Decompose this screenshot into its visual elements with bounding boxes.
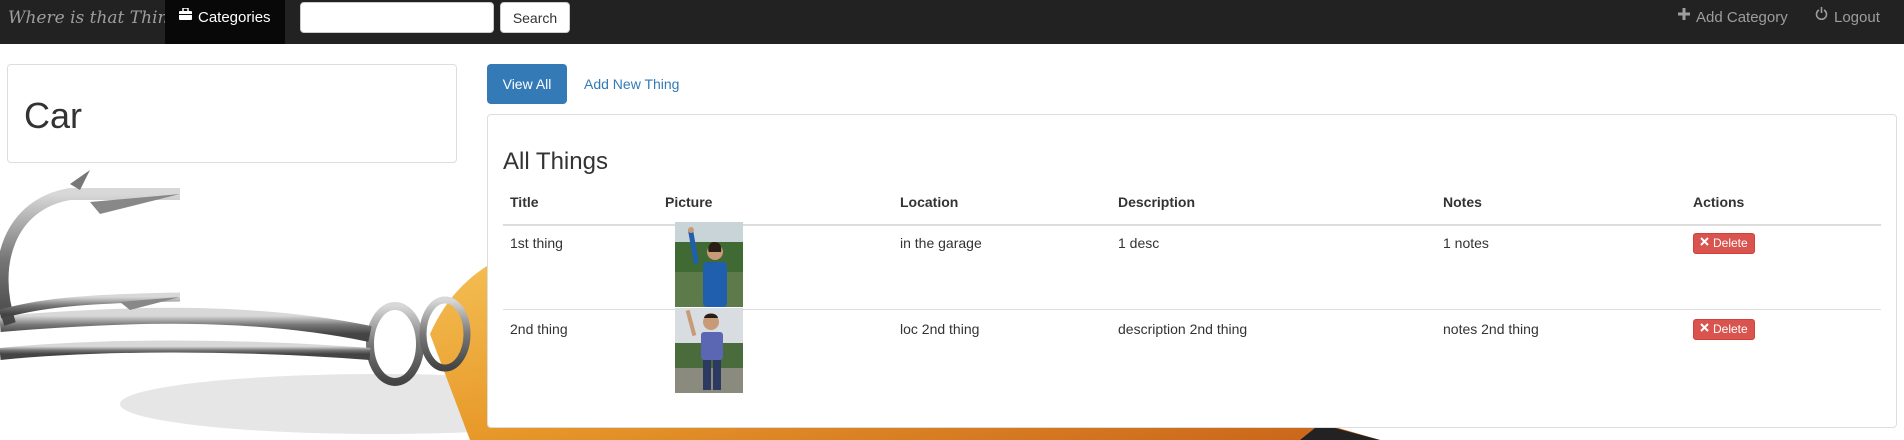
thing-description: description 2nd thing	[1118, 321, 1248, 337]
view-all-tab[interactable]: View All	[487, 64, 567, 104]
things-panel: All Things Title Picture Location Descri…	[487, 114, 1897, 428]
top-navbar: Where is that Thing? Categories Search A…	[0, 0, 1904, 44]
categories-nav-item[interactable]: Categories	[165, 0, 285, 44]
add-new-thing-tab[interactable]: Add New Thing	[584, 64, 679, 104]
table-row: 1st thing in the garage 1 desc 1 notes D…	[503, 222, 1881, 310]
things-title: All Things	[503, 148, 608, 175]
table-row: 2nd thing loc 2nd thing description 2nd …	[503, 308, 1881, 395]
thing-title: 1st thing	[510, 235, 563, 251]
categories-label: Categories	[198, 9, 271, 26]
logout-label: Logout	[1834, 9, 1880, 26]
column-header-notes: Notes	[1443, 194, 1482, 210]
column-header-picture: Picture	[665, 194, 713, 210]
logout-link[interactable]: Logout	[1815, 0, 1880, 44]
delete-label: Delete	[1713, 322, 1748, 336]
add-category-link[interactable]: Add Category	[1678, 0, 1788, 44]
remove-icon	[1700, 319, 1709, 338]
thing-description: 1 desc	[1118, 235, 1160, 251]
column-header-actions: Actions	[1693, 194, 1745, 210]
thing-title: 2nd thing	[510, 321, 568, 337]
column-header-title: Title	[510, 194, 539, 210]
delete-button[interactable]: Delete	[1693, 233, 1755, 254]
remove-icon	[1700, 233, 1709, 252]
column-header-description: Description	[1118, 194, 1196, 210]
thing-picture	[675, 222, 743, 307]
delete-button[interactable]: Delete	[1693, 319, 1755, 340]
plus-icon	[1678, 0, 1690, 34]
column-header-location: Location	[900, 194, 959, 210]
add-category-label: Add Category	[1696, 9, 1788, 26]
power-icon	[1815, 0, 1828, 34]
search-input[interactable]	[300, 2, 494, 33]
search-button[interactable]: Search	[500, 2, 570, 33]
category-panel: Car	[7, 64, 457, 163]
thing-notes: 1 notes	[1443, 235, 1489, 251]
brand-logo[interactable]: Where is that Thing?	[8, 0, 188, 44]
thing-picture	[675, 308, 743, 393]
briefcase-icon	[179, 0, 192, 34]
delete-label: Delete	[1713, 236, 1748, 250]
thing-location: loc 2nd thing	[900, 321, 980, 337]
thing-location: in the garage	[900, 235, 982, 251]
thing-notes: notes 2nd thing	[1443, 321, 1539, 337]
category-title: Car	[24, 95, 83, 136]
